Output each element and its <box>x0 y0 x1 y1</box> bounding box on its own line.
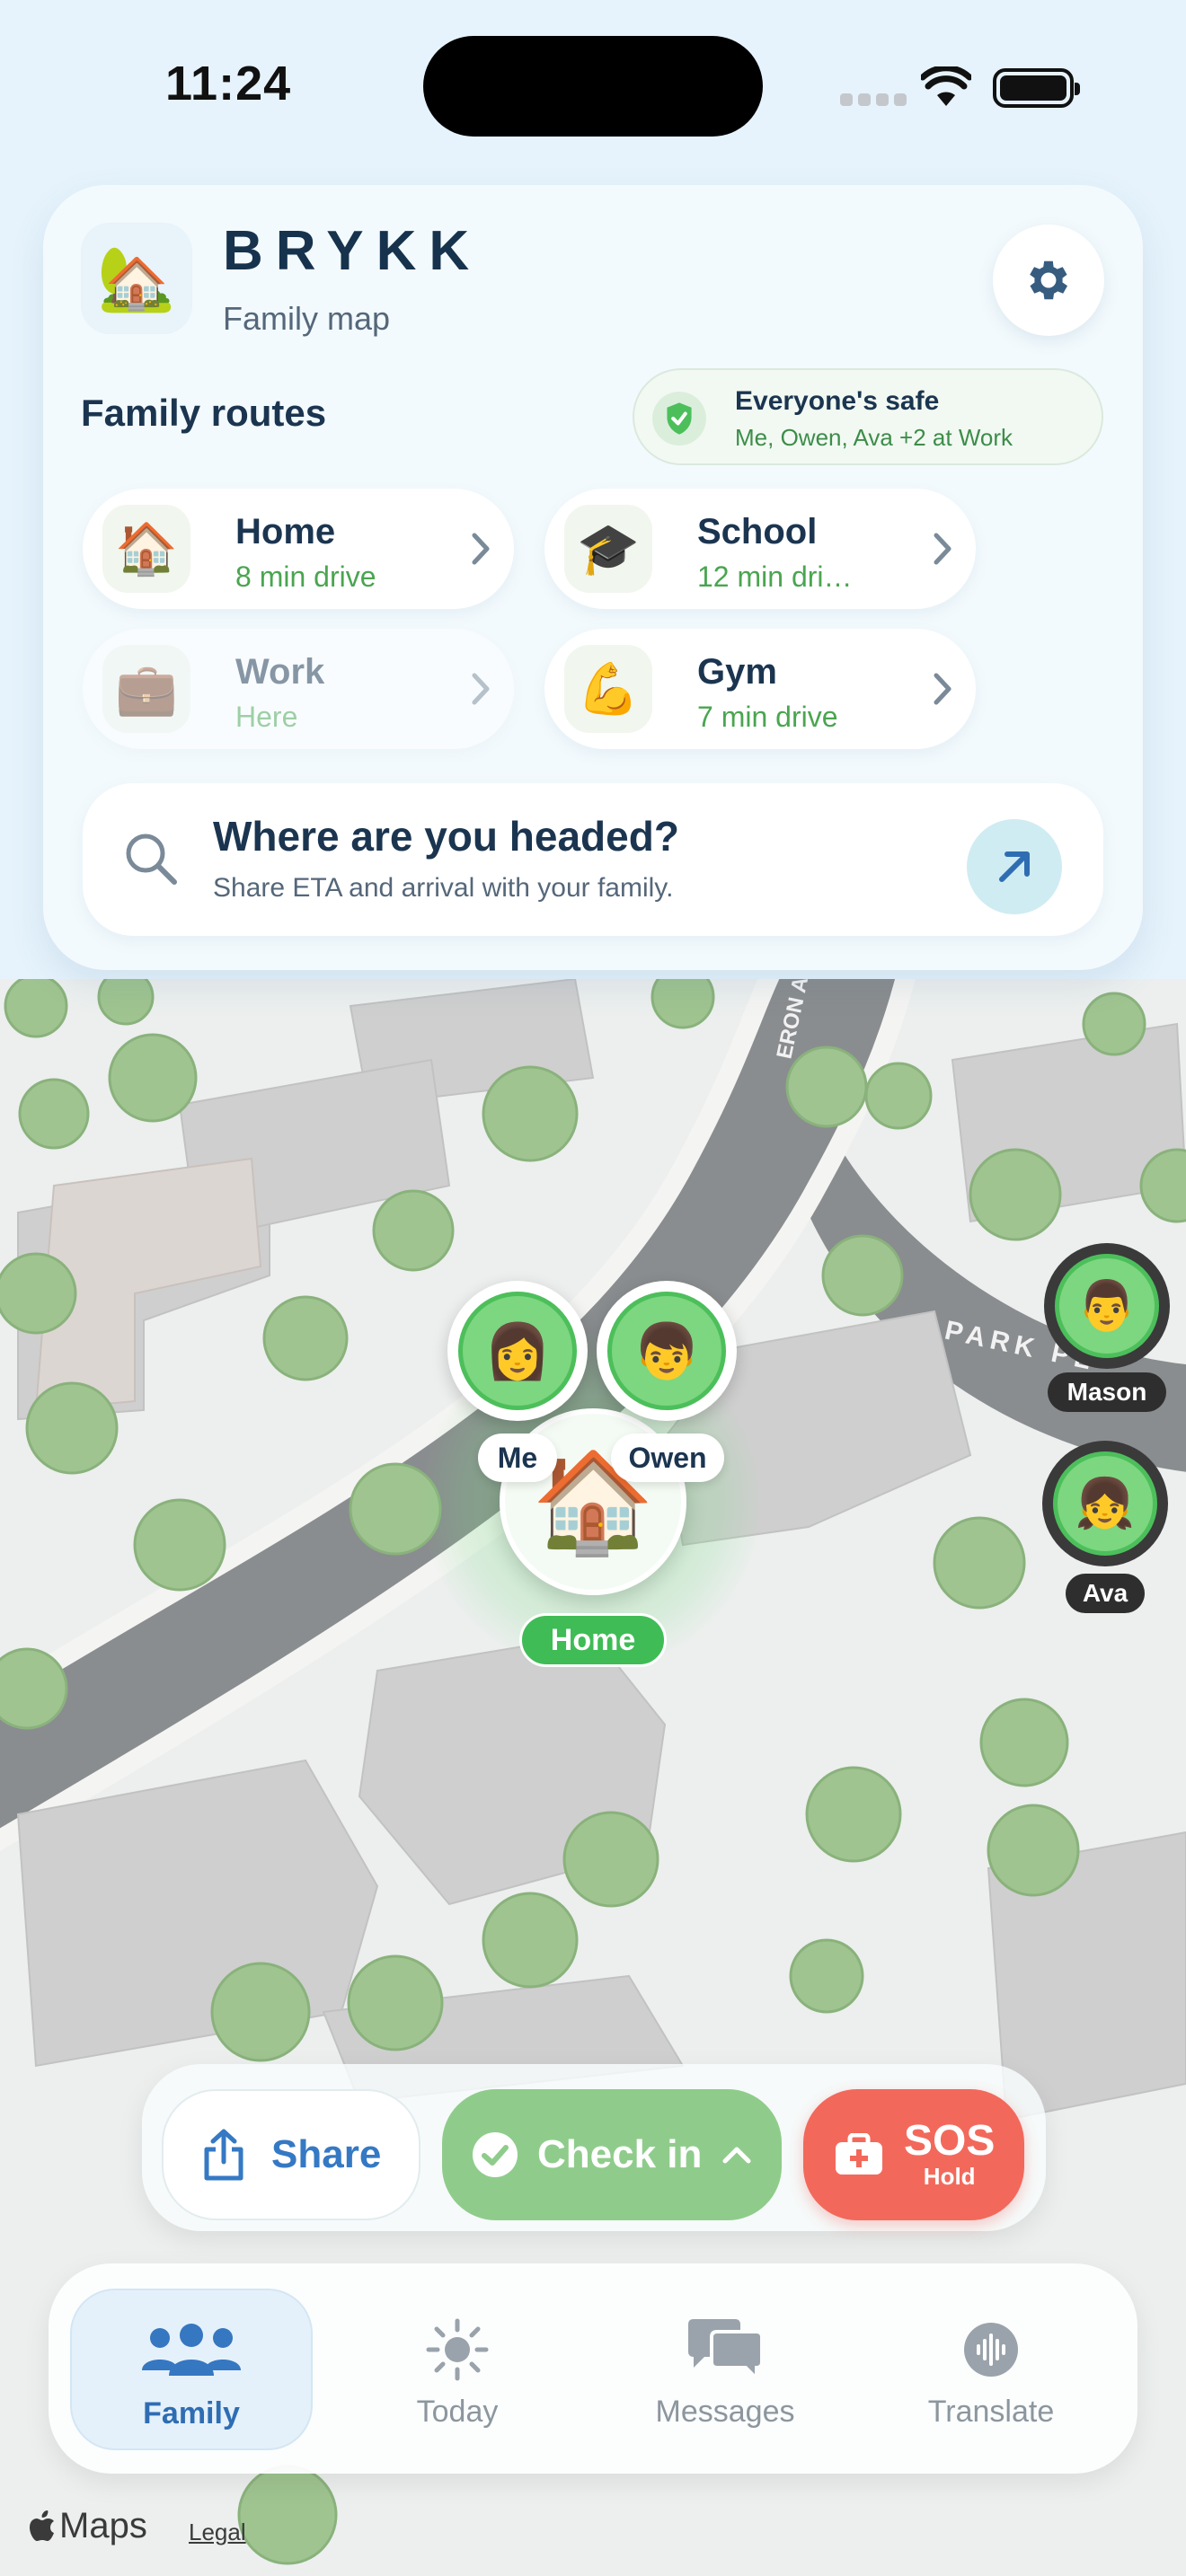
member-marker-owen[interactable]: 👦 <box>597 1281 737 1421</box>
member-label-ava: Ava <box>1066 1574 1145 1613</box>
route-eta: 7 min drive <box>697 701 838 733</box>
tab-label: Translate <box>927 2395 1055 2429</box>
maps-attribution: Maps <box>29 2506 147 2546</box>
wifi-icon <box>921 66 971 106</box>
status-time: 11:24 <box>165 57 292 110</box>
tab-label: Family <box>143 2396 240 2430</box>
chevron-right-icon <box>472 533 490 565</box>
cellular-icon <box>840 93 912 110</box>
share-button[interactable]: Share <box>162 2089 420 2220</box>
safety-status-title: Everyone's safe <box>735 386 940 416</box>
arrow-up-right-icon <box>999 851 1030 882</box>
legal-link[interactable]: Legal <box>189 2519 246 2546</box>
member-label-mason: Mason <box>1048 1372 1166 1412</box>
chevron-right-icon <box>472 673 490 705</box>
route-name: Home <box>235 512 336 551</box>
go-button[interactable] <box>967 819 1062 914</box>
route-name: School <box>697 512 818 551</box>
gear-icon <box>1030 260 1068 300</box>
apple-logo-icon <box>30 2510 54 2541</box>
route-eta: 8 min drive <box>235 560 376 593</box>
briefcase-icon: 💼 <box>102 645 190 733</box>
safety-status-detail: Me, Owen, Ava +2 at Work <box>735 424 1013 451</box>
chevron-right-icon <box>934 533 951 565</box>
home-marker-label: Home <box>519 1613 667 1667</box>
app-logo: 🏡 <box>81 223 192 334</box>
share-label: Share <box>271 2132 382 2176</box>
search-subtitle: Share ETA and arrival with your family. <box>213 873 674 903</box>
dynamic-island <box>423 36 763 137</box>
tab-family[interactable]: Family <box>70 2289 313 2450</box>
chevron-right-icon <box>934 673 951 705</box>
member-marker-ava[interactable]: 👧 <box>1042 1441 1168 1566</box>
tab-label: Today <box>416 2395 499 2429</box>
avatar: 👨 <box>1055 1254 1159 1358</box>
route-gym[interactable]: 💪 Gym 7 min drive <box>544 629 976 749</box>
maps-label: Maps <box>59 2506 147 2545</box>
destination-search[interactable]: Where are you headed? Share ETA and arri… <box>83 783 1103 936</box>
search-icon <box>126 834 177 885</box>
route-home[interactable]: 🏠 Home 8 min drive <box>83 489 514 609</box>
first-aid-kit-icon <box>836 2133 882 2175</box>
people-icon <box>140 2314 243 2389</box>
member-label-owen: Owen <box>611 1434 724 1482</box>
waveform-icon <box>962 2312 1020 2387</box>
sos-button[interactable]: SOS Hold <box>803 2089 1024 2220</box>
tab-label: Messages <box>655 2395 795 2429</box>
graduation-cap-icon: 🎓 <box>564 505 652 593</box>
route-name: Gym <box>697 652 777 692</box>
member-label-me: Me <box>478 1434 557 1482</box>
member-marker-me[interactable]: 👩 <box>447 1281 588 1421</box>
avatar: 👧 <box>1053 1451 1157 1556</box>
safety-status-pill[interactable]: Everyone's safe Me, Owen, Ava +2 at Work <box>633 368 1103 465</box>
chat-bubbles-icon <box>685 2312 766 2387</box>
battery-icon <box>993 68 1080 108</box>
app-name: BRYKK <box>223 220 482 282</box>
flexed-arm-icon: 💪 <box>564 645 652 733</box>
logo-icon: 🏡 <box>97 241 176 315</box>
sos-label: SOS <box>904 2116 996 2165</box>
chevron-up-icon[interactable] <box>721 2145 752 2165</box>
shield-check-icon <box>652 392 706 446</box>
sun-icon <box>425 2312 490 2387</box>
tab-translate[interactable]: Translate <box>870 2289 1112 2450</box>
member-marker-mason[interactable]: 👨 <box>1044 1243 1170 1369</box>
route-school[interactable]: 🎓 School 12 min dri… <box>544 489 976 609</box>
avatar: 👩 <box>458 1292 577 1410</box>
check-in-button[interactable]: Check in <box>442 2089 782 2220</box>
avatar: 👦 <box>607 1292 726 1410</box>
house-icon: 🏠 <box>102 505 190 593</box>
settings-button[interactable] <box>993 225 1104 336</box>
route-work[interactable]: 💼 Work Here <box>83 629 514 749</box>
tab-messages[interactable]: Messages <box>604 2289 846 2450</box>
check-in-label: Check in <box>537 2132 703 2176</box>
tab-today[interactable]: Today <box>336 2289 579 2450</box>
sos-hold-hint: Hold <box>923 2162 976 2190</box>
route-name: Work <box>235 652 325 692</box>
routes-title: Family routes <box>81 392 327 434</box>
check-circle-icon <box>473 2132 518 2177</box>
route-eta: 12 min dri… <box>697 560 853 593</box>
search-title: Where are you headed? <box>213 813 679 860</box>
route-eta: Here <box>235 701 298 733</box>
app-subtitle: Family map <box>223 300 391 337</box>
share-icon <box>204 2129 243 2181</box>
